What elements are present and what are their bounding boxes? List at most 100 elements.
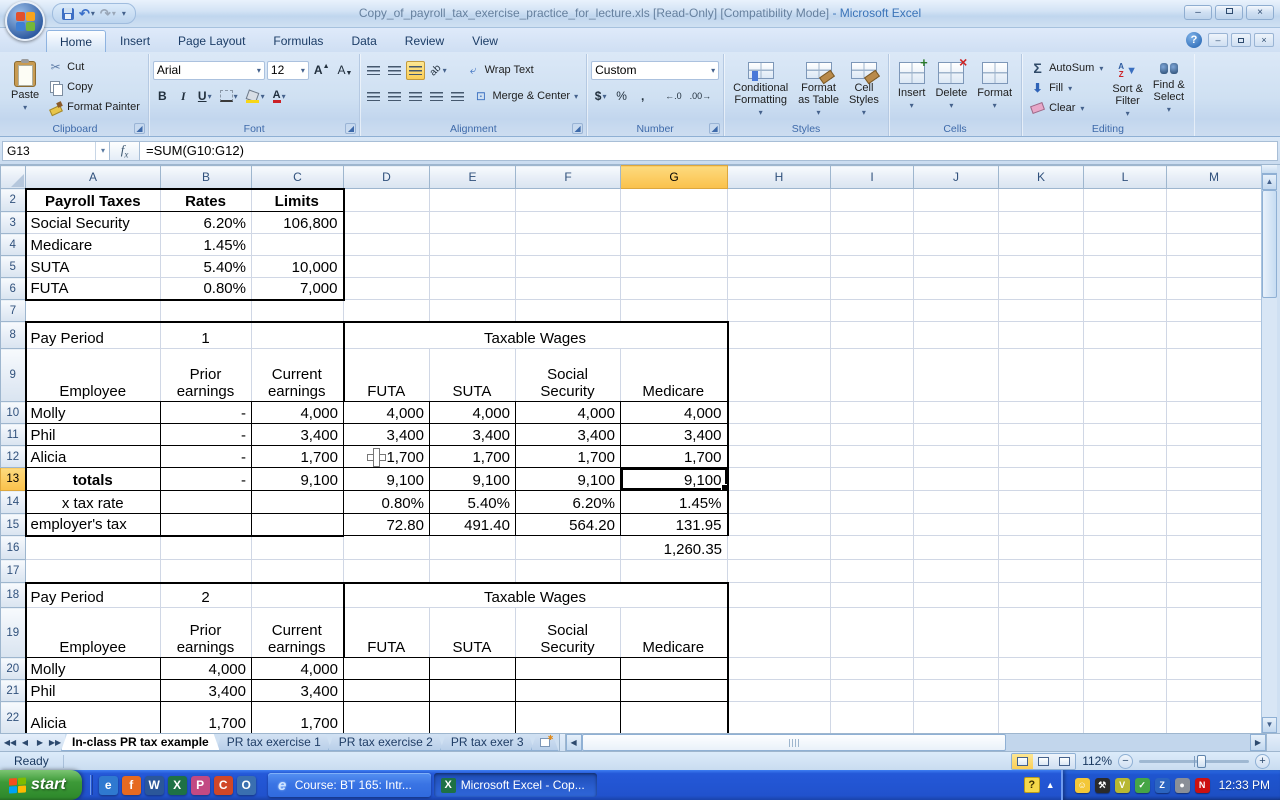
cell-L11[interactable]: [1084, 424, 1167, 446]
cell-D14[interactable]: 0.80%: [344, 491, 430, 514]
cell-J22[interactable]: [914, 702, 999, 734]
last-sheet-button[interactable]: ▶▶: [48, 736, 62, 750]
cell-D10[interactable]: 4,000: [344, 402, 430, 424]
column-header-E[interactable]: E: [430, 166, 516, 189]
font-name-select[interactable]: Arial▾: [153, 61, 265, 80]
column-header-D[interactable]: D: [344, 166, 430, 189]
row-header-13[interactable]: 13: [1, 468, 26, 491]
row-header-8[interactable]: 8: [1, 322, 26, 349]
cell-F15[interactable]: 564.20: [516, 514, 621, 536]
cell-B2[interactable]: Rates: [161, 189, 252, 212]
cell-J15[interactable]: [914, 514, 999, 536]
format-as-table-button[interactable]: Format as Table ▾: [793, 56, 844, 122]
cell-I18[interactable]: [831, 583, 914, 608]
cell-K16[interactable]: [999, 536, 1084, 560]
cell-M15[interactable]: [1167, 514, 1262, 536]
cell-A10[interactable]: Molly: [26, 402, 161, 424]
row-header-4[interactable]: 4: [1, 234, 26, 256]
excel-icon[interactable]: X: [168, 776, 187, 795]
cell-K11[interactable]: [999, 424, 1084, 446]
tab-split-handle[interactable]: [559, 734, 566, 751]
row-header-7[interactable]: 7: [1, 300, 26, 322]
row-header-16[interactable]: 16: [1, 536, 26, 560]
previous-sheet-button[interactable]: ◀: [18, 736, 32, 750]
zoom-slider-thumb[interactable]: [1197, 755, 1206, 768]
cell-E20[interactable]: [430, 658, 516, 680]
cell-J17[interactable]: [914, 560, 999, 583]
cell-B4[interactable]: 1.45%: [161, 234, 252, 256]
cell-G16[interactable]: 1,260.35: [621, 536, 728, 560]
cell-G12[interactable]: 1,700: [621, 446, 728, 468]
first-sheet-button[interactable]: ◀◀: [3, 736, 17, 750]
cell-B5[interactable]: 5.40%: [161, 256, 252, 278]
select-all-corner[interactable]: [1, 166, 26, 189]
cell-B12[interactable]: -: [161, 446, 252, 468]
cell-D8[interactable]: Taxable Wages: [344, 322, 728, 349]
cell-H10[interactable]: [728, 402, 831, 424]
cell-I4[interactable]: [831, 234, 914, 256]
cell-E14[interactable]: 5.40%: [430, 491, 516, 514]
cell-K5[interactable]: [999, 256, 1084, 278]
column-header-H[interactable]: H: [728, 166, 831, 189]
cell-D7[interactable]: [344, 300, 430, 322]
column-header-L[interactable]: L: [1084, 166, 1167, 189]
cell-G5[interactable]: [621, 256, 728, 278]
cell-C8[interactable]: [252, 322, 344, 349]
cell-D21[interactable]: [344, 680, 430, 702]
cell-G15[interactable]: 131.95: [621, 514, 728, 536]
scroll-left-button[interactable]: ◀: [566, 734, 582, 751]
cell-L12[interactable]: [1084, 446, 1167, 468]
cell-K3[interactable]: [999, 212, 1084, 234]
clipboard-dialog-launcher[interactable]: ◢: [134, 123, 145, 134]
cell-B15[interactable]: [161, 514, 252, 536]
top-align-button[interactable]: [364, 61, 383, 80]
cell-K19[interactable]: [999, 608, 1084, 658]
ribbon-tab-insert[interactable]: Insert: [106, 29, 164, 52]
align-left-button[interactable]: [364, 87, 383, 106]
cell-C2[interactable]: Limits: [252, 189, 344, 212]
cell-M13[interactable]: [1167, 468, 1262, 491]
cell-J20[interactable]: [914, 658, 999, 680]
row-header-5[interactable]: 5: [1, 256, 26, 278]
z-app-icon[interactable]: Z: [1155, 778, 1170, 793]
cell-G21[interactable]: [621, 680, 728, 702]
cell-C12[interactable]: 1,700: [252, 446, 344, 468]
ribbon-tab-page-layout[interactable]: Page Layout: [164, 29, 259, 52]
cell-K6[interactable]: [999, 278, 1084, 300]
cell-A15[interactable]: employer's tax: [26, 514, 161, 536]
cell-F22[interactable]: [516, 702, 621, 734]
cell-M5[interactable]: [1167, 256, 1262, 278]
cell-E3[interactable]: [430, 212, 516, 234]
cell-B11[interactable]: -: [161, 424, 252, 446]
cell-C16[interactable]: [252, 536, 344, 560]
cell-K9[interactable]: [999, 349, 1084, 402]
cell-J5[interactable]: [914, 256, 999, 278]
cell-I21[interactable]: [831, 680, 914, 702]
cell-G7[interactable]: [621, 300, 728, 322]
cell-K7[interactable]: [999, 300, 1084, 322]
cell-A7[interactable]: [26, 300, 161, 322]
row-header-11[interactable]: 11: [1, 424, 26, 446]
redo-button[interactable]: ↷▾: [98, 5, 118, 22]
cell-M2[interactable]: [1167, 189, 1262, 212]
cell-L17[interactable]: [1084, 560, 1167, 583]
cell-C15[interactable]: [252, 514, 344, 536]
horizontal-scroll-thumb[interactable]: [582, 734, 1006, 751]
cell-I19[interactable]: [831, 608, 914, 658]
cell-L18[interactable]: [1084, 583, 1167, 608]
cell-B17[interactable]: [161, 560, 252, 583]
powerpoint-icon[interactable]: C: [214, 776, 233, 795]
workbook-minimize-button[interactable]: –: [1208, 33, 1228, 47]
cell-A9[interactable]: Employee: [26, 349, 161, 402]
increase-decimal-button[interactable]: ←.0: [662, 87, 685, 106]
cell-B16[interactable]: [161, 536, 252, 560]
cell-G9[interactable]: Medicare: [621, 349, 728, 402]
sheet-tab-2[interactable]: PR tax exercise 1: [216, 734, 332, 751]
cell-D18[interactable]: Taxable Wages: [344, 583, 728, 608]
ribbon-tab-view[interactable]: View: [458, 29, 512, 52]
cell-C13[interactable]: 9,100: [252, 468, 344, 491]
cell-M12[interactable]: [1167, 446, 1262, 468]
cell-F2[interactable]: [516, 189, 621, 212]
cell-G13[interactable]: 9,100: [621, 468, 728, 491]
cell-D3[interactable]: [344, 212, 430, 234]
